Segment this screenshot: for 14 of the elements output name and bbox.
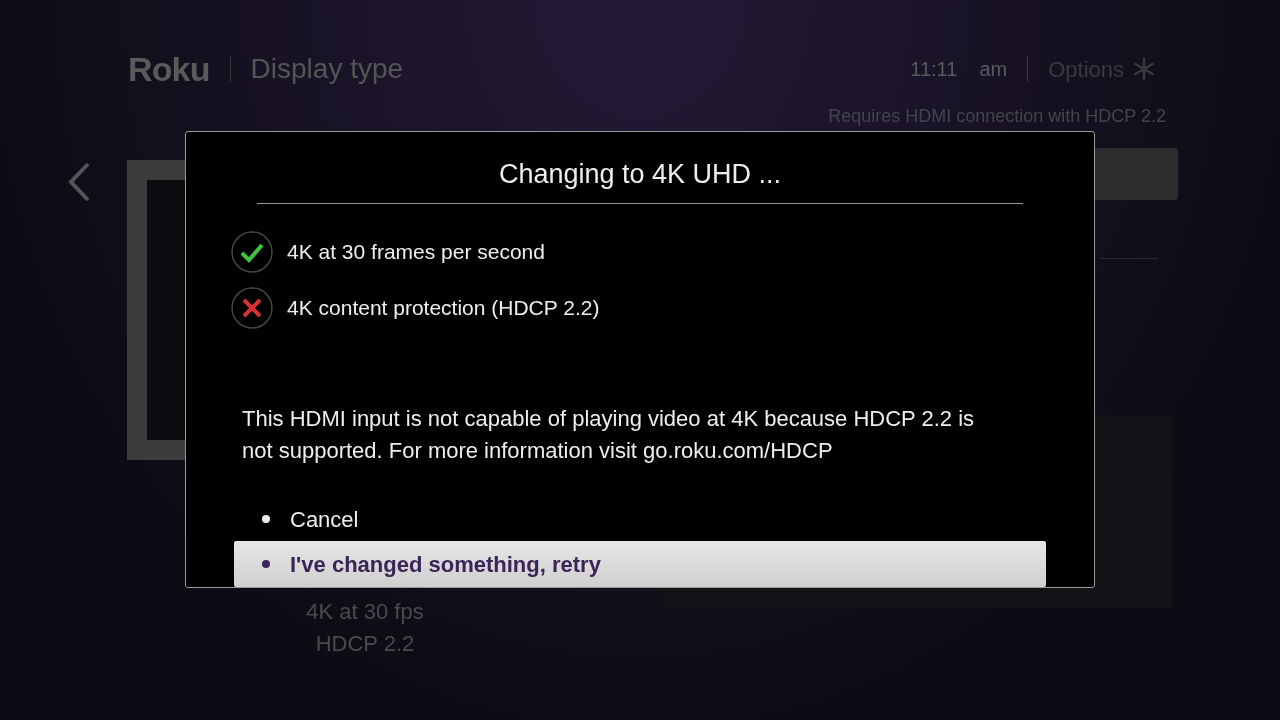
dialog-message: This HDMI input is not capable of playing video at 4K because HDCP 2.2 is not supported. For more information visit go.roku.com/HDCP: [242, 405, 976, 465]
clock-time: 11:11: [910, 57, 958, 82]
dialog-option[interactable]: Cancel: [234, 501, 1046, 537]
display-caption: HDCP 2.2: [315, 630, 415, 658]
clock-meridiem: am: [979, 57, 1008, 82]
page-title: Display type: [250, 52, 404, 86]
check-label: 4K content protection (HDCP 2.2): [287, 295, 600, 322]
dialog-title: Changing to 4K UHD ...: [498, 158, 782, 191]
check-label: 4K at 30 frames per second: [287, 239, 545, 266]
display-caption: 4K at 30 fps: [306, 598, 424, 626]
back-chevron-icon[interactable]: [66, 162, 92, 202]
asterisk-icon: [1132, 57, 1156, 81]
dialog-option[interactable]: I've changed something, retry: [234, 541, 1046, 587]
logo: Roku: [128, 48, 210, 90]
